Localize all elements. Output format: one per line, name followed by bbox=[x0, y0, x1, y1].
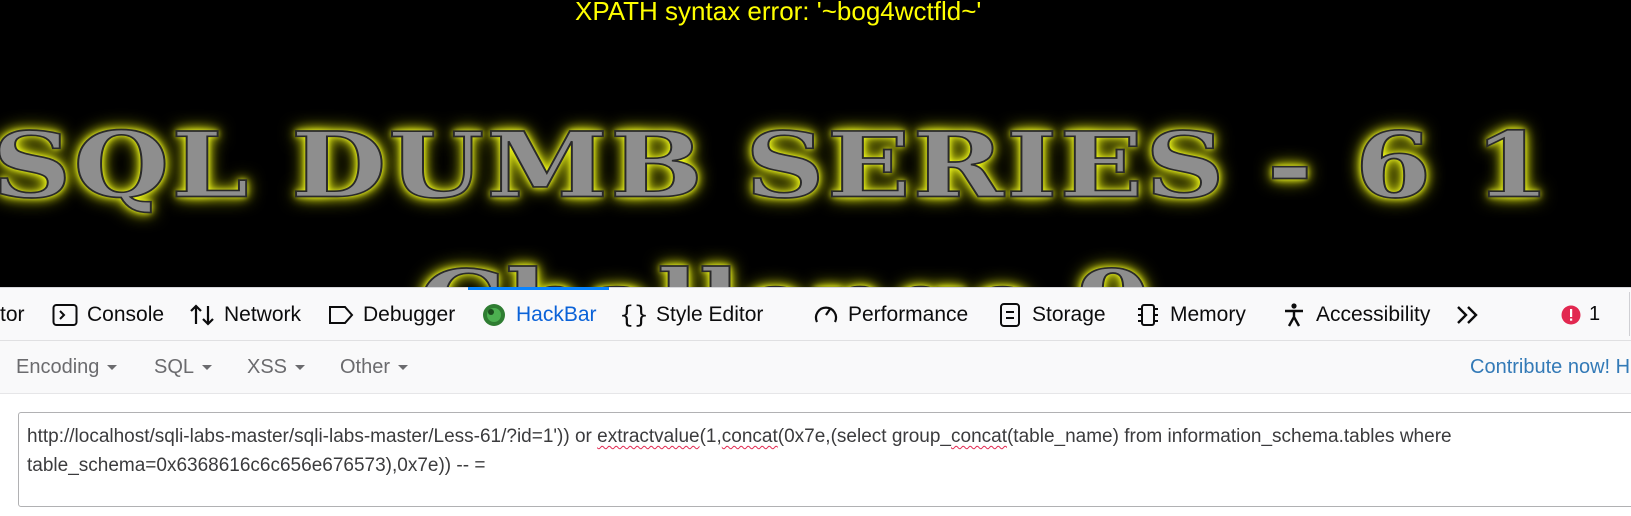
caret-down-icon bbox=[398, 364, 409, 370]
tab-network[interactable]: Network bbox=[188, 288, 301, 341]
hackbar-url-area: http://localhost/sqli-labs-master/sqli-l… bbox=[0, 394, 1631, 516]
style-editor-icon: {} bbox=[619, 300, 649, 329]
overflow-tabs-button[interactable] bbox=[1454, 288, 1490, 341]
tab-console[interactable]: Console bbox=[51, 288, 164, 341]
spellcheck-word: concat bbox=[721, 426, 778, 447]
tab-memory[interactable]: Memory bbox=[1134, 288, 1246, 341]
tab-label: Memory bbox=[1170, 302, 1246, 326]
contribute-link[interactable]: Contribute now! H bbox=[1470, 341, 1630, 393]
storage-icon bbox=[996, 301, 1024, 329]
console-icon bbox=[51, 301, 79, 329]
url-text: (0x7e,(select group_ bbox=[777, 426, 951, 447]
url-text: http://localhost/sqli-labs-master/sqli-l… bbox=[27, 426, 598, 447]
url-textarea[interactable]: http://localhost/sqli-labs-master/sqli-l… bbox=[18, 412, 1631, 507]
tab-accessibility[interactable]: Accessibility bbox=[1280, 288, 1430, 341]
memory-icon bbox=[1134, 301, 1162, 329]
spellcheck-word: concat bbox=[951, 426, 1007, 447]
spellcheck-word: extractvalue bbox=[597, 426, 700, 447]
performance-icon bbox=[812, 301, 840, 329]
menu-sql[interactable]: SQL bbox=[154, 341, 213, 393]
error-count-label: 1 bbox=[1589, 303, 1601, 325]
tab-inspector[interactable]: tor bbox=[0, 288, 25, 341]
devtools-toolbar: tor Console Network Debugger HackBar {} … bbox=[0, 287, 1631, 341]
tab-style-editor[interactable]: {} Style Editor bbox=[619, 288, 764, 341]
menu-label: Other bbox=[340, 355, 391, 378]
url-line-1: http://localhost/sqli-labs-master/sqli-l… bbox=[27, 422, 1631, 451]
hackbar-menu: Encoding SQL XSS Other Contribute now! H bbox=[0, 341, 1631, 394]
network-icon bbox=[188, 301, 216, 329]
tab-hackbar[interactable]: HackBar bbox=[468, 287, 609, 341]
caret-down-icon bbox=[107, 364, 118, 370]
tab-storage[interactable]: Storage bbox=[996, 288, 1106, 341]
xpath-error-message: XPATH syntax error: '~bog4wctfld~' bbox=[575, 0, 982, 26]
page-banner-subtitle: Challenge 9 bbox=[417, 249, 1153, 287]
tab-label: Console bbox=[87, 302, 165, 326]
caret-down-icon bbox=[295, 364, 306, 370]
menu-label: XSS bbox=[247, 355, 288, 378]
console-error-indicator[interactable]: 1 bbox=[1561, 288, 1600, 341]
error-icon bbox=[1561, 305, 1581, 325]
menu-encoding[interactable]: Encoding bbox=[16, 341, 118, 393]
page-banner-title: SQL DUMB SERIES - 6 1 bbox=[0, 111, 1553, 218]
tab-label: Network bbox=[224, 302, 302, 326]
chevron-double-right-icon bbox=[1454, 301, 1482, 329]
debugger-icon bbox=[327, 301, 355, 329]
menu-label: SQL bbox=[154, 355, 195, 378]
url-line-2: table_schema=0x6368616c6c656e676573),0x7… bbox=[27, 455, 486, 476]
caret-down-icon bbox=[202, 364, 213, 370]
accessibility-icon bbox=[1280, 301, 1308, 329]
tab-label: Accessibility bbox=[1316, 302, 1431, 326]
tab-label: Style Editor bbox=[656, 302, 764, 326]
hackbar-icon bbox=[480, 301, 508, 329]
tab-label: Performance bbox=[848, 302, 969, 326]
menu-other[interactable]: Other bbox=[340, 341, 409, 393]
tab-label: Debugger bbox=[363, 302, 456, 326]
tab-debugger[interactable]: Debugger bbox=[327, 288, 455, 341]
toolbar-divider bbox=[1629, 292, 1630, 336]
tab-label: tor bbox=[0, 302, 25, 326]
url-text: (table_name) from information_schema.tab… bbox=[1006, 426, 1452, 447]
tab-label: HackBar bbox=[516, 302, 597, 326]
menu-xss[interactable]: XSS bbox=[247, 341, 306, 393]
tab-performance[interactable]: Performance bbox=[812, 288, 968, 341]
tab-label: Storage bbox=[1032, 302, 1106, 326]
web-page-content: XPATH syntax error: '~bog4wctfld~' SQL D… bbox=[0, 0, 1631, 287]
menu-label: Encoding bbox=[16, 355, 100, 378]
url-text: (1, bbox=[699, 426, 722, 447]
